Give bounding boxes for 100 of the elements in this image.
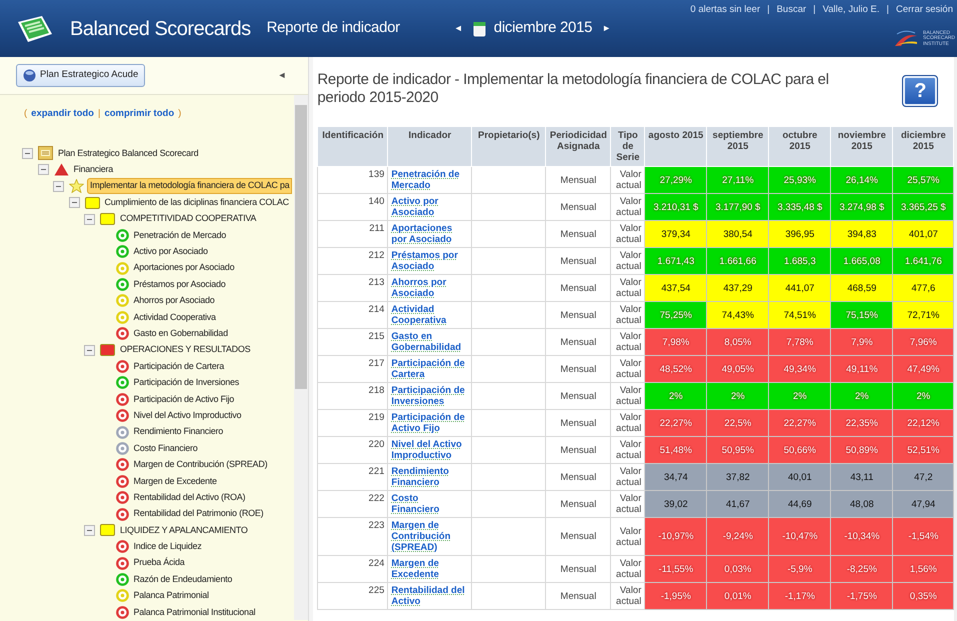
value-cell: 3.335,48 $	[768, 194, 831, 220]
tree-item[interactable]: Aportaciones por Asociado	[132, 261, 236, 275]
tree-action-link[interactable]: comprimir todo	[104, 107, 174, 122]
value-cell: 394,83	[830, 220, 893, 248]
value-cell: 1.661,66	[706, 248, 769, 274]
period-label[interactable]: diciembre 2015	[494, 17, 592, 40]
collapse-icon[interactable]	[53, 180, 64, 192]
header-link[interactable]: 0 alertas sin leer	[690, 3, 760, 18]
tree-item[interactable]: COMPETITIVIDAD COOPERATIVA	[118, 212, 258, 226]
tree-item[interactable]: Palanca Patrimonial Institucional	[132, 606, 258, 620]
header-link[interactable]: Valle, Julio E.	[822, 3, 880, 18]
tree-item[interactable]: Gasto en Gobernabilidad	[132, 326, 230, 340]
collapse-icon[interactable]	[84, 214, 95, 224]
globe-icon	[23, 69, 36, 82]
value-cell: 25,93%	[768, 166, 831, 194]
collapse-icon[interactable]	[22, 148, 33, 159]
value-cell: 477,6	[892, 274, 954, 302]
table-cell: 217	[318, 356, 388, 382]
table-cell: 219	[318, 410, 388, 436]
value-cell: 2%	[644, 382, 707, 410]
tree-item[interactable]: Rendimiento Financiero	[132, 425, 226, 439]
tree-action-link[interactable]: expandir todo	[31, 107, 94, 122]
tree-item[interactable]: Palanca Patrimonial	[132, 589, 211, 603]
value-cell: 2%	[892, 382, 954, 410]
punctuation: (	[24, 107, 28, 121]
value-cell: 25,57%	[892, 166, 954, 194]
tree-item[interactable]: Implementar la metodología financiera de COLAC pa	[87, 178, 292, 194]
tree-item[interactable]: Indice de Liquidez	[132, 540, 204, 554]
collapse-panel-button[interactable]: ◄	[272, 68, 292, 84]
value-cell: 22,5%	[706, 410, 769, 436]
tree-item[interactable]: LIQUIDEZ Y APALANCAMIENTO	[118, 524, 250, 538]
tree-item[interactable]: Margen de Excedente	[132, 474, 219, 488]
table-cell: Mensual	[546, 518, 611, 556]
table-cell: 213	[318, 274, 388, 302]
table-cell: Mensual	[546, 556, 611, 582]
scrollbar[interactable]	[954, 57, 957, 621]
tree-item[interactable]: Participación de Activo Fijo	[132, 392, 236, 406]
header-link[interactable]: Cerrar sesión	[896, 3, 953, 18]
tree-item[interactable]: Ahorros por Asociado	[132, 294, 217, 308]
value-cell: 34,74	[644, 464, 707, 490]
plan-button[interactable]: Plan Estrategico Acude	[16, 64, 146, 87]
tree-item[interactable]: Razón de Endeudamiento	[132, 572, 234, 586]
collapse-icon[interactable]	[84, 344, 95, 356]
value-cell: -11,55%	[644, 556, 707, 582]
value-cell: 40,01	[768, 464, 831, 490]
value-cell: 3.365,25 $	[892, 194, 954, 220]
value-cell: 468,59	[830, 274, 893, 302]
tree-item[interactable]: Nivel del Activo Improductivo	[132, 408, 244, 422]
tree-item[interactable]: Actividad Cooperativa	[132, 310, 218, 324]
value-cell: 49,05%	[706, 356, 769, 382]
report-title: Reporte de indicador - Implementar la metodología financiera de COLAC para el periodo 2015-2020	[317, 71, 830, 107]
column-header: septiembre 2015	[706, 126, 769, 166]
value-cell: 43,11	[830, 464, 893, 490]
next-period-button[interactable]: ►	[600, 22, 614, 36]
scrollbar[interactable]	[294, 95, 308, 620]
table-cell: 214	[318, 302, 388, 328]
value-cell: 22,12%	[892, 410, 954, 436]
value-cell: 396,95	[768, 220, 831, 248]
table-cell: 222	[318, 490, 388, 518]
table-cell: 220	[318, 436, 388, 464]
header-link[interactable]: Buscar	[776, 3, 806, 18]
value-cell: 47,2	[892, 464, 954, 490]
link-separator: |	[767, 3, 770, 17]
value-cell: -9,24%	[706, 518, 769, 556]
value-cell: 48,52%	[644, 356, 707, 382]
tree-item[interactable]: Préstamos por Asociado	[132, 278, 228, 292]
collapse-icon[interactable]	[38, 164, 48, 176]
tree-item[interactable]: Participación de Inversiones	[132, 376, 242, 390]
tree-item[interactable]: Financiera	[72, 163, 116, 177]
tree-item[interactable]: Cumplimiento de las diciplinas financiera COLAC	[102, 196, 291, 210]
value-cell: -10,34%	[830, 518, 893, 556]
tree-item[interactable]: Activo por Asociado	[132, 245, 210, 259]
table-cell: Mensual	[546, 328, 611, 356]
column-header: agosto 2015	[644, 126, 707, 166]
help-button[interactable]: ?	[902, 75, 938, 107]
table-cell: Mensual	[546, 490, 611, 518]
tree-item[interactable]: Plan Estrategico Balanced Scorecard	[56, 146, 200, 160]
collapse-icon[interactable]	[68, 197, 80, 208]
value-cell: 1.671,43	[644, 248, 707, 274]
value-cell: 0,35%	[892, 582, 954, 610]
tree-item[interactable]: Participación de Cartera	[132, 360, 226, 374]
tree-item[interactable]: Prueba Ácida	[132, 556, 187, 570]
collapse-icon[interactable]	[84, 524, 95, 536]
table-cell: 218	[318, 382, 388, 410]
triangle-icon	[54, 163, 68, 176]
page-title: Reporte de indicador	[266, 18, 400, 38]
value-cell: 51,48%	[644, 436, 707, 464]
table-cell: Mensual	[546, 436, 611, 464]
tree-item[interactable]: Penetración de Mercado	[132, 228, 228, 242]
tree-item[interactable]: Rentabilidad del Patrimonio (ROE)	[132, 507, 266, 521]
table-cell: 212	[318, 248, 388, 274]
tree-item[interactable]: Margen de Contribución (SPREAD)	[132, 458, 270, 472]
value-cell: 75,25%	[644, 302, 707, 328]
tree-item[interactable]: Rentabilidad del Activo (ROA)	[132, 490, 248, 504]
value-cell: 75,15%	[830, 302, 893, 328]
value-cell: 72,71%	[892, 302, 954, 328]
column-header: diciembre 2015	[892, 126, 954, 166]
previous-period-button[interactable]: ◄	[452, 22, 465, 36]
tree-item[interactable]: OPERACIONES Y RESULTADOS	[118, 343, 252, 357]
tree-item[interactable]: Costo Financiero	[132, 442, 200, 456]
